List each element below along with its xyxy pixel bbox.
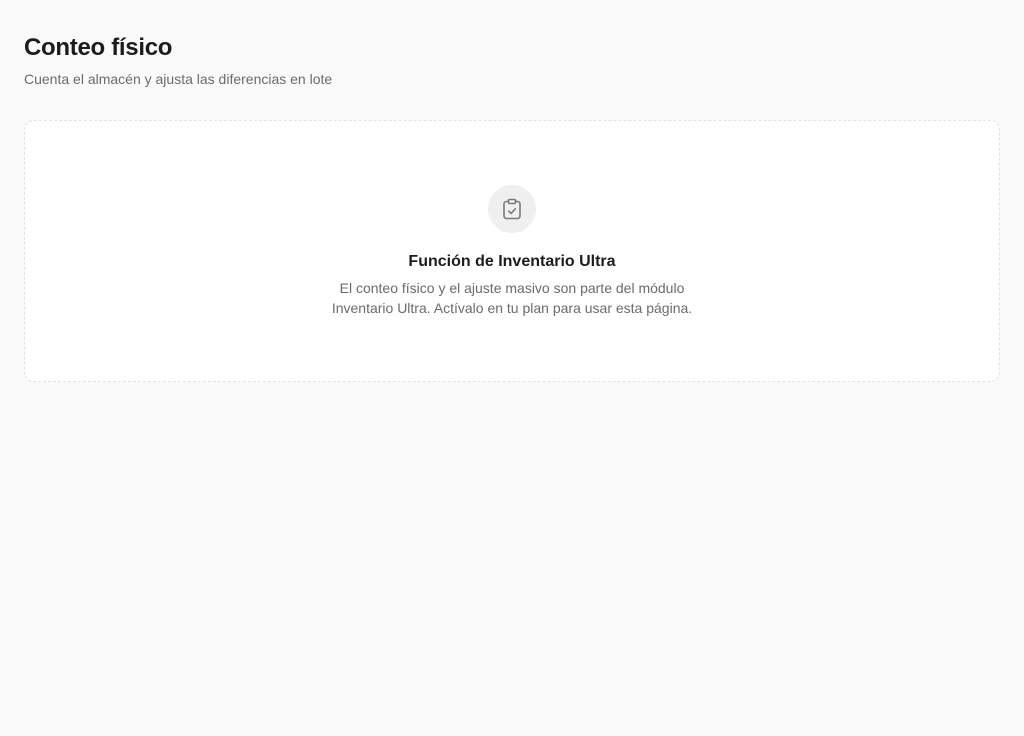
- feature-description: El conteo físico y el ajuste masivo son …: [331, 280, 693, 316]
- clipboard-check-icon: [503, 198, 521, 220]
- upgrade-empty-state-card: Función de Inventario Ultra El conteo fí…: [24, 120, 1000, 382]
- icon-badge: [488, 185, 536, 233]
- page: Conteo físico Cuenta el almacén y ajusta…: [0, 0, 1024, 736]
- page-subtitle: Cuenta el almacén y ajusta las diferenci…: [24, 71, 333, 87]
- feature-title: Función de Inventario Ultra: [408, 253, 616, 270]
- page-title: Conteo físico: [24, 34, 173, 61]
